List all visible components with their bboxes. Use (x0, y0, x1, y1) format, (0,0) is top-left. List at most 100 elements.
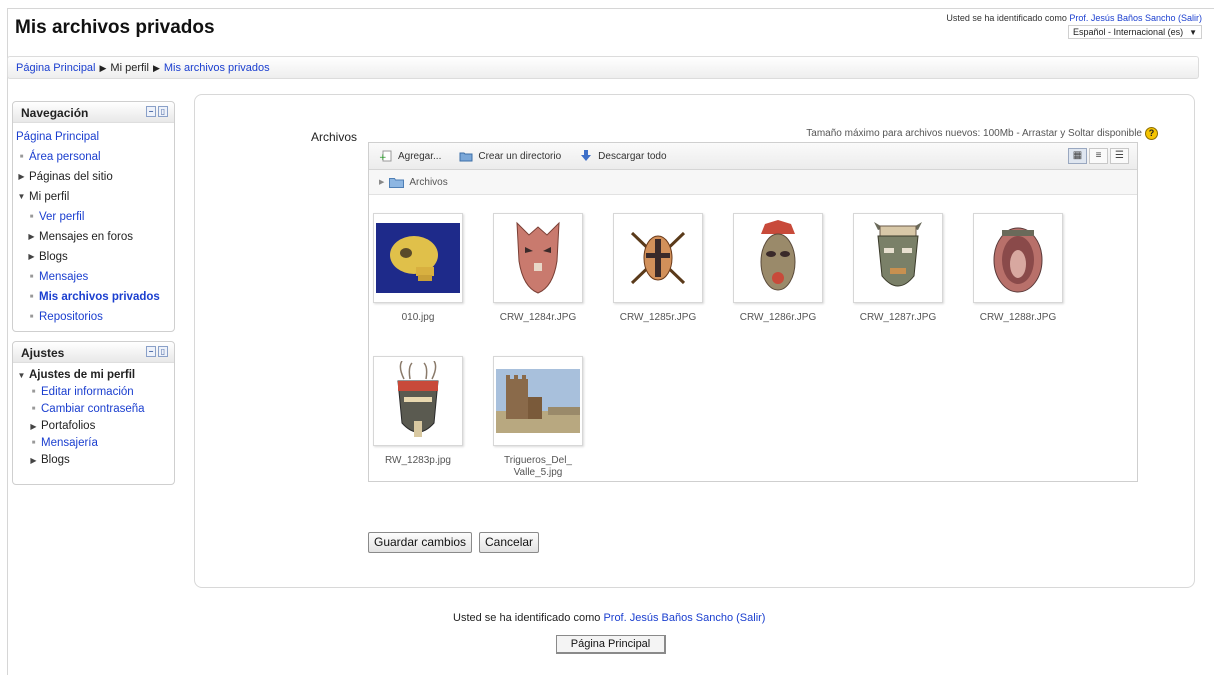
nav-item-label[interactable]: Área personal (29, 147, 101, 167)
expand-arrow-icon[interactable]: ▶ (28, 418, 39, 435)
dock-icon[interactable]: ▯ (158, 346, 168, 357)
file-thumbnail[interactable] (493, 356, 583, 446)
save-changes-button[interactable]: Guardar cambios (368, 532, 473, 553)
max-size-text: Tamaño máximo para archivos nuevos: 100M… (806, 128, 1142, 139)
breadcrumb-separator-icon: ▶ (99, 63, 107, 73)
file-tile[interactable]: Trigueros_Del_Valle_5.jpg (483, 356, 593, 479)
icon-view-icon[interactable]: ▦ (1068, 148, 1087, 164)
nav-item-private-files[interactable]: ■ Mis archivos privados (16, 287, 174, 307)
help-icon[interactable]: ? (1145, 127, 1158, 140)
nav-item-label[interactable]: Página Principal (16, 127, 99, 147)
settings-item-label[interactable]: Mensajería (41, 435, 98, 452)
collapse-icon[interactable]: − (146, 106, 156, 117)
settings-item-blogs[interactable]: ▶ Blogs (16, 452, 174, 469)
nav-item-view-profile[interactable]: ■ Ver perfil (16, 207, 174, 227)
add-file-button[interactable]: + Agregar... (379, 150, 441, 162)
nav-item-site-pages[interactable]: ▶ Páginas del sitio (16, 167, 174, 187)
file-name: Trigueros_Del_Valle_5.jpg (504, 455, 572, 478)
file-manager: + Agregar... Crear un directorio Descarg… (368, 142, 1138, 482)
file-name: CRW_1285r.JPG (619, 312, 697, 323)
file-manager-path: ▶ Archivos (369, 170, 1137, 195)
breadcrumb-profile: Mi perfil (110, 62, 149, 74)
list-view-icon[interactable]: ≡ (1089, 148, 1108, 164)
settings-title: Ajustes (21, 346, 65, 360)
file-tile[interactable]: CRW_1287r.JPG (843, 213, 953, 324)
login-prefix: Usted se ha identificado como (946, 13, 1067, 23)
mask-thumbnail-icon (993, 227, 1043, 293)
file-name: CRW_1288r.JPG (979, 312, 1057, 323)
nav-item-area-personal[interactable]: ■ Área personal (16, 147, 174, 167)
nav-item-blogs[interactable]: ▶ Blogs (16, 247, 174, 267)
nav-item-label: Mensajes en foros (39, 231, 133, 243)
file-tile[interactable]: CRW_1286r.JPG (723, 213, 833, 324)
cancel-button[interactable]: Cancelar (479, 532, 540, 553)
collapse-arrow-icon[interactable]: ▼ (16, 367, 27, 384)
file-tile[interactable]: CRW_1288r.JPG (963, 213, 1073, 324)
expand-arrow-icon[interactable]: ▶ (16, 167, 27, 187)
mask-thumbnail-icon (630, 231, 686, 285)
settings-item-change-password[interactable]: ■ Cambiar contraseña (16, 401, 174, 418)
nav-item-home[interactable]: Página Principal (16, 127, 174, 147)
settings-tree: ▼ Ajustes de mi perfil ■ Editar informació… (13, 363, 174, 473)
create-folder-label: Crear un directorio (478, 150, 562, 162)
file-tile[interactable]: 010.jpg (363, 213, 473, 324)
expand-arrow-icon[interactable]: ▶ (26, 227, 37, 247)
nav-item-label[interactable]: Mensajes (39, 267, 88, 287)
expand-arrow-icon[interactable]: ▶ (26, 247, 37, 267)
file-tile[interactable]: CRW_1285r.JPG (603, 213, 713, 324)
file-tile[interactable]: CRW_1284r.JPG (483, 213, 593, 324)
nav-item-label: Páginas del sitio (29, 171, 113, 183)
dock-icon[interactable]: ▯ (158, 106, 168, 117)
file-thumbnail[interactable] (973, 213, 1063, 303)
nav-item-label[interactable]: Mis archivos privados (39, 287, 160, 307)
tree-view-icon[interactable]: ☰ (1110, 148, 1129, 164)
language-value: Español - Internacional (es) (1073, 27, 1184, 37)
nav-item-label[interactable]: Ver perfil (39, 207, 84, 227)
file-thumbnail[interactable] (613, 213, 703, 303)
settings-item-profile-settings[interactable]: ▼ Ajustes de mi perfil (16, 367, 174, 384)
path-label[interactable]: Archivos (409, 177, 447, 188)
home-button[interactable]: Página Principal (556, 635, 666, 654)
settings-item-label[interactable]: Editar información (41, 384, 134, 401)
breadcrumb: Página Principal ▶ Mi perfil ▶ Mis archivos … (7, 56, 1199, 79)
logout-link[interactable]: (Salir) (1178, 13, 1202, 23)
login-prefix: Usted se ha identificado como (453, 612, 601, 624)
file-tile[interactable]: RW_1283p.jpg (363, 356, 473, 467)
files-label: Archivos (311, 130, 358, 144)
expand-arrow-icon[interactable]: ▶ (28, 452, 39, 469)
file-thumbnail[interactable] (733, 213, 823, 303)
navigation-title: Navegación (21, 106, 89, 120)
file-thumbnail[interactable] (493, 213, 583, 303)
breadcrumb-home[interactable]: Página Principal (16, 62, 96, 74)
navigation-block: Navegación − ▯ Página Principal ■ Área per… (12, 101, 175, 332)
file-thumbnail[interactable] (373, 213, 463, 303)
nav-item-label[interactable]: Repositorios (39, 307, 103, 327)
folder-add-icon (459, 152, 473, 162)
download-all-button[interactable]: Descargar todo (579, 150, 667, 162)
page-title: Mis archivos privados (15, 17, 215, 38)
file-thumbnail[interactable] (373, 356, 463, 446)
language-select[interactable]: Español - Internacional (es) ▼ (1068, 25, 1202, 39)
file-thumbnail[interactable] (853, 213, 943, 303)
create-folder-button[interactable]: Crear un directorio (459, 150, 561, 162)
collapse-icon[interactable]: − (146, 346, 156, 357)
file-name: RW_1283p.jpg (385, 455, 451, 466)
nav-item-forum-posts[interactable]: ▶ Mensajes en foros (16, 227, 174, 247)
nav-item-messages[interactable]: ■ Mensajes (16, 267, 174, 287)
file-name: CRW_1287r.JPG (859, 312, 937, 323)
breadcrumb-separator-icon: ▶ (152, 63, 160, 73)
breadcrumb-current[interactable]: Mis archivos privados (164, 62, 270, 74)
settings-item-edit-info[interactable]: ■ Editar información (16, 384, 174, 401)
block-controls: − ▯ (146, 106, 168, 117)
settings-item-portfolios[interactable]: ▶ Portafolios (16, 418, 174, 435)
collapse-arrow-icon[interactable]: ▼ (16, 187, 27, 207)
bullet-icon: ■ (31, 406, 36, 412)
footer-logout-link[interactable]: (Salir) (736, 612, 765, 624)
footer-user-link[interactable]: Prof. Jesús Baños Sancho (603, 612, 733, 624)
navigation-block-header: Navegación − ▯ (13, 102, 174, 123)
nav-item-my-profile[interactable]: ▼ Mi perfil (16, 187, 174, 207)
nav-item-repositories[interactable]: ■ Repositorios (16, 307, 174, 327)
settings-item-messaging[interactable]: ■ Mensajería (16, 435, 174, 452)
settings-item-label[interactable]: Cambiar contraseña (41, 401, 145, 418)
user-profile-link[interactable]: Prof. Jesús Baños Sancho (1069, 13, 1175, 23)
